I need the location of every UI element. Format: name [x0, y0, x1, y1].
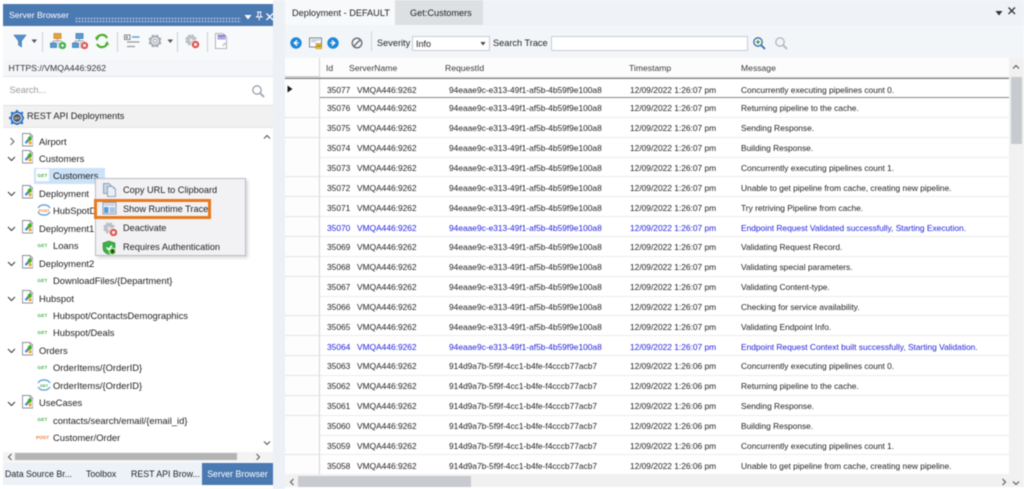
svg-text:JSON: JSON — [216, 36, 226, 40]
svg-text:GET: GET — [40, 383, 49, 388]
svg-text:POST: POST — [39, 208, 50, 213]
svg-text:API: API — [14, 116, 19, 120]
